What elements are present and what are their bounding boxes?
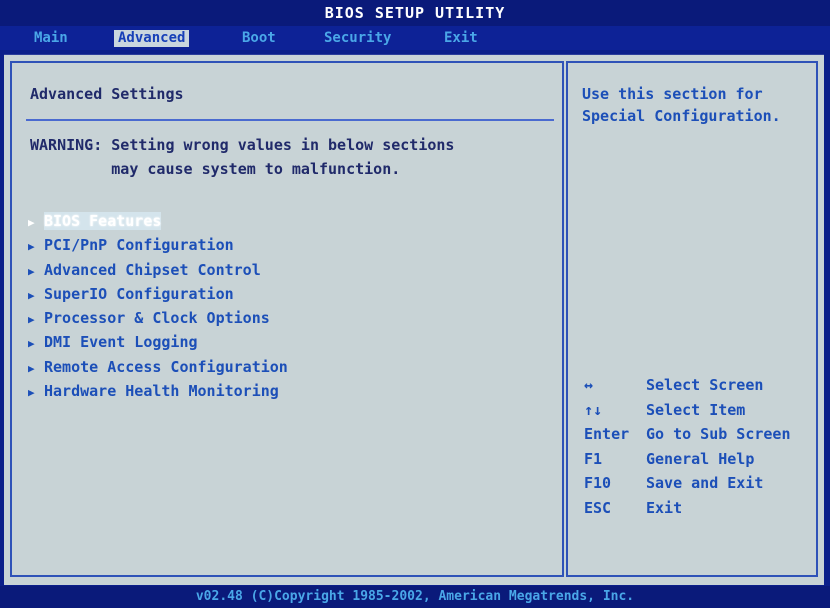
key-legend-row: ESC Exit [584,496,791,521]
key-action: Save and Exit [646,474,764,492]
submenu-item-dmi-event-logging[interactable]: ▶ DMI Event Logging [28,330,288,354]
key-legend-row: F1 General Help [584,447,791,472]
key-name: Enter [584,425,630,443]
key-action: Select Item [646,400,746,419]
page-title: Advanced Settings [30,85,184,103]
submenu-item-remote-access[interactable]: ▶ Remote Access Configuration [28,355,288,379]
settings-screen: Advanced Settings WARNING: Setting wrong… [4,54,824,585]
key-action: Select Screen [646,376,764,394]
tab-boot[interactable]: Boot [238,30,280,47]
submenu-arrow-icon: ▶ [28,264,35,278]
submenu-arrow-icon: ▶ [28,337,35,351]
key-name: ESC [584,498,612,517]
divider [26,119,554,121]
submenu-item-superio[interactable]: ▶ SuperIO Configuration [28,282,288,306]
key-legend-row: F10 Save and Exit [584,471,791,496]
submenu-item-pci-pnp[interactable]: ▶ PCI/PnP Configuration [28,233,288,257]
key-legend: ↔ Select Screen ↑↓ Select Item Enter Go to … [584,373,791,520]
submenu-arrow-icon: ▶ [28,240,35,254]
bios-title: BIOS SETUP UTILITY [0,0,830,26]
menu-bar: Main Advanced Boot Security Exit [0,26,830,50]
submenu-arrow-icon: ▶ [28,361,35,375]
submenu-arrow-icon: ▶ [28,216,35,229]
tab-exit[interactable]: Exit [440,30,482,47]
settings-pane: Advanced Settings WARNING: Setting wrong… [10,61,564,577]
up-down-arrow-icon: ↑↓ [584,400,603,419]
submenu-arrow-icon: ▶ [28,288,35,302]
warning-text: WARNING: Setting wrong values in below s… [30,136,455,178]
tab-main[interactable]: Main [30,30,72,47]
copyright-footer: v02.48 (C)Copyright 1985-2002, American … [0,586,830,608]
key-legend-row: Enter Go to Sub Screen [584,422,791,447]
key-action: General Help [646,449,755,468]
key-action: Go to Sub Screen [646,425,791,443]
submenu-list: ▶ BIOS Features ▶ PCI/PnP Configuration ▶ A… [28,209,288,403]
key-legend-row: ↔ Select Screen [584,373,791,398]
submenu-item-chipset[interactable]: ▶ Advanced Chipset Control [28,258,288,282]
submenu-arrow-icon: ▶ [28,313,35,327]
tab-security[interactable]: Security [320,30,395,47]
submenu-arrow-icon: ▶ [28,386,35,400]
key-name: F10 [584,474,612,492]
tab-advanced[interactable]: Advanced [114,30,190,47]
left-right-arrow-icon: ↔ [584,376,594,394]
key-name: F1 [584,449,603,468]
help-text: Use this section for Special Configurati… [582,85,781,125]
submenu-item-processor-clock[interactable]: ▶ Processor & Clock Options [28,306,288,330]
key-action: Exit [646,498,683,517]
help-pane: Use this section for Special Configurati… [566,61,818,577]
submenu-item-hardware-health[interactable]: ▶ Hardware Health Monitoring [28,379,288,403]
key-legend-row: ↑↓ Select Item [584,398,791,423]
submenu-item-bios-features[interactable]: ▶ BIOS Features [28,209,288,233]
